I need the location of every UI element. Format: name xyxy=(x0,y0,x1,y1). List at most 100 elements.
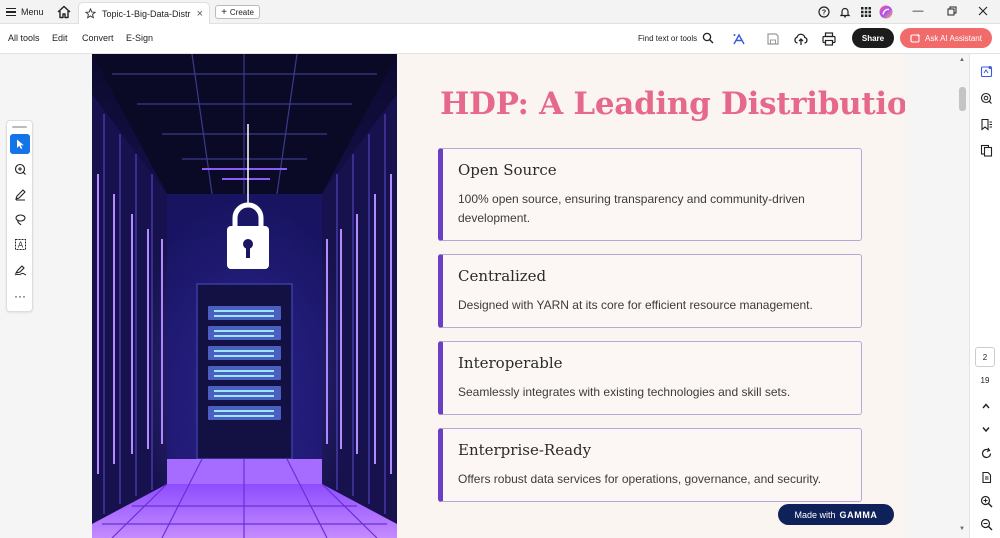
avatar-icon xyxy=(879,5,893,19)
comment-search-icon xyxy=(980,92,992,104)
rotate-icon xyxy=(981,447,991,458)
copy-pages-icon xyxy=(980,144,992,157)
scroll-up-arrow-icon[interactable]: ▲ xyxy=(959,57,965,63)
zoom-in-icon xyxy=(980,495,992,507)
previous-page-button[interactable] xyxy=(978,398,994,414)
hamburger-icon xyxy=(6,8,16,16)
page-thumbnails-button[interactable] xyxy=(978,142,994,158)
home-button[interactable] xyxy=(56,4,72,20)
draw-tool-button[interactable] xyxy=(10,184,30,204)
card-title: Centralized xyxy=(458,267,547,285)
apps-grid-icon xyxy=(861,7,871,17)
share-button[interactable]: Share xyxy=(852,28,894,48)
toolbar-esign[interactable]: E-Sign xyxy=(126,33,153,43)
search-icon xyxy=(702,32,714,44)
comments-panel-button[interactable] xyxy=(978,90,994,106)
card-body: Designed with YARN at its core for effic… xyxy=(458,298,813,312)
apps-button[interactable] xyxy=(858,3,874,21)
help-icon: ? xyxy=(818,6,830,18)
server-room-lock-illustration xyxy=(92,54,397,538)
scroll-thumb[interactable] xyxy=(959,87,966,111)
vertical-scrollbar[interactable]: ▲ ▼ xyxy=(957,54,968,538)
create-button[interactable]: + Create xyxy=(215,5,260,19)
page-fit-icon xyxy=(981,471,991,483)
bookmarks-button[interactable] xyxy=(978,116,994,132)
star-icon[interactable] xyxy=(85,8,96,19)
freehand-tool-button[interactable] xyxy=(10,209,30,229)
right-sidebar: 2 19 xyxy=(969,54,1000,538)
create-label: Create xyxy=(229,7,254,17)
card-title: Enterprise-Ready xyxy=(458,441,592,459)
text-tool-button[interactable]: A xyxy=(10,234,30,254)
find-label: Find text or tools xyxy=(638,33,698,43)
pdf-page: HDP: A Leading Distribution Open Source … xyxy=(92,54,905,538)
card-title: Open Source xyxy=(458,161,557,179)
more-tools-button[interactable]: ··· xyxy=(10,286,30,306)
tab-title: Topic-1-Big-Data-Distribu... xyxy=(102,8,191,19)
tab-bar: Menu Topic-1-Big-Data-Distribu... × + Cr… xyxy=(0,0,1000,24)
close-window-button[interactable] xyxy=(968,2,998,20)
card-body: 100% open source, ensuring transparency … xyxy=(458,192,805,225)
zoom-out-button[interactable] xyxy=(978,516,994,532)
sign-tool-button[interactable] xyxy=(10,259,30,279)
chevron-up-icon xyxy=(982,403,990,409)
card-body: Seamlessly integrates with existing tech… xyxy=(458,385,791,399)
next-page-button[interactable] xyxy=(978,421,994,437)
toolbar-edit[interactable]: Edit xyxy=(52,33,68,43)
card-open-source: Open Source 100% open source, ensuring t… xyxy=(438,148,862,241)
ai-assistant-button[interactable]: Ask AI Assistant xyxy=(900,28,992,48)
ai-tools-button[interactable] xyxy=(731,31,747,47)
toolbar-convert[interactable]: Convert xyxy=(82,33,114,43)
minimize-button[interactable]: — xyxy=(903,2,933,20)
card-title: Interoperable xyxy=(458,354,563,372)
ai-assistant-icon xyxy=(910,33,921,43)
svg-text:A: A xyxy=(17,240,23,249)
current-page-input[interactable]: 2 xyxy=(975,347,995,367)
rotate-button[interactable] xyxy=(978,445,994,461)
more-icon: ··· xyxy=(14,289,26,303)
select-tool-button[interactable] xyxy=(10,134,30,154)
notifications-button[interactable] xyxy=(837,3,853,21)
zoom-in-button[interactable] xyxy=(978,493,994,509)
acrobat-window: Menu Topic-1-Big-Data-Distribu... × + Cr… xyxy=(0,0,1000,538)
tab-close-button[interactable]: × xyxy=(197,8,203,20)
comment-tool-button[interactable] xyxy=(10,159,30,179)
cursor-icon xyxy=(17,139,24,149)
home-icon xyxy=(57,5,71,19)
restore-button[interactable] xyxy=(937,2,967,20)
menu-label: Menu xyxy=(21,7,44,17)
scroll-down-arrow-icon[interactable]: ▼ xyxy=(959,526,965,532)
bell-icon xyxy=(839,7,851,18)
card-centralized: Centralized Designed with YARN at its co… xyxy=(438,254,862,328)
main-toolbar: All tools Edit Convert E-Sign Find text … xyxy=(0,24,1000,54)
slide-title: HDP: A Leading Distribution xyxy=(440,86,905,122)
svg-text:?: ? xyxy=(822,10,826,17)
find-tools[interactable]: Find text or tools xyxy=(638,32,714,44)
ai-summary-icon xyxy=(980,65,992,77)
pen-icon xyxy=(14,188,26,200)
add-comment-icon xyxy=(14,163,26,175)
ai-summary-button[interactable] xyxy=(978,63,994,79)
profile-button[interactable] xyxy=(878,3,894,21)
zoom-out-icon xyxy=(980,518,992,530)
help-button[interactable]: ? xyxy=(816,3,832,21)
print-button[interactable] xyxy=(821,31,837,47)
card-interoperable: Interoperable Seamlessly integrates with… xyxy=(438,341,862,415)
toolbar-all-tools[interactable]: All tools xyxy=(8,33,40,43)
card-enterprise-ready: Enterprise-Ready Offers robust data serv… xyxy=(438,428,862,502)
card-body: Offers robust data services for operatio… xyxy=(458,472,822,486)
made-with-gamma-badge[interactable]: Made with GAMMA xyxy=(778,504,894,525)
gamma-logo: GAMMA xyxy=(839,509,878,520)
badge-prefix: Made with xyxy=(794,509,836,520)
panel-drag-handle[interactable] xyxy=(12,126,27,128)
plus-icon: + xyxy=(221,6,227,18)
menu-button[interactable]: Menu xyxy=(6,3,44,21)
upload-button[interactable] xyxy=(793,31,809,47)
document-tab[interactable]: Topic-1-Big-Data-Distribu... × xyxy=(78,2,210,24)
total-pages: 19 xyxy=(980,376,990,385)
close-icon xyxy=(978,6,988,16)
ai-assistant-label: Ask AI Assistant xyxy=(925,33,982,43)
sparkle-tools-icon xyxy=(733,33,745,45)
fit-page-button[interactable] xyxy=(978,469,994,485)
save-button[interactable] xyxy=(765,31,781,47)
